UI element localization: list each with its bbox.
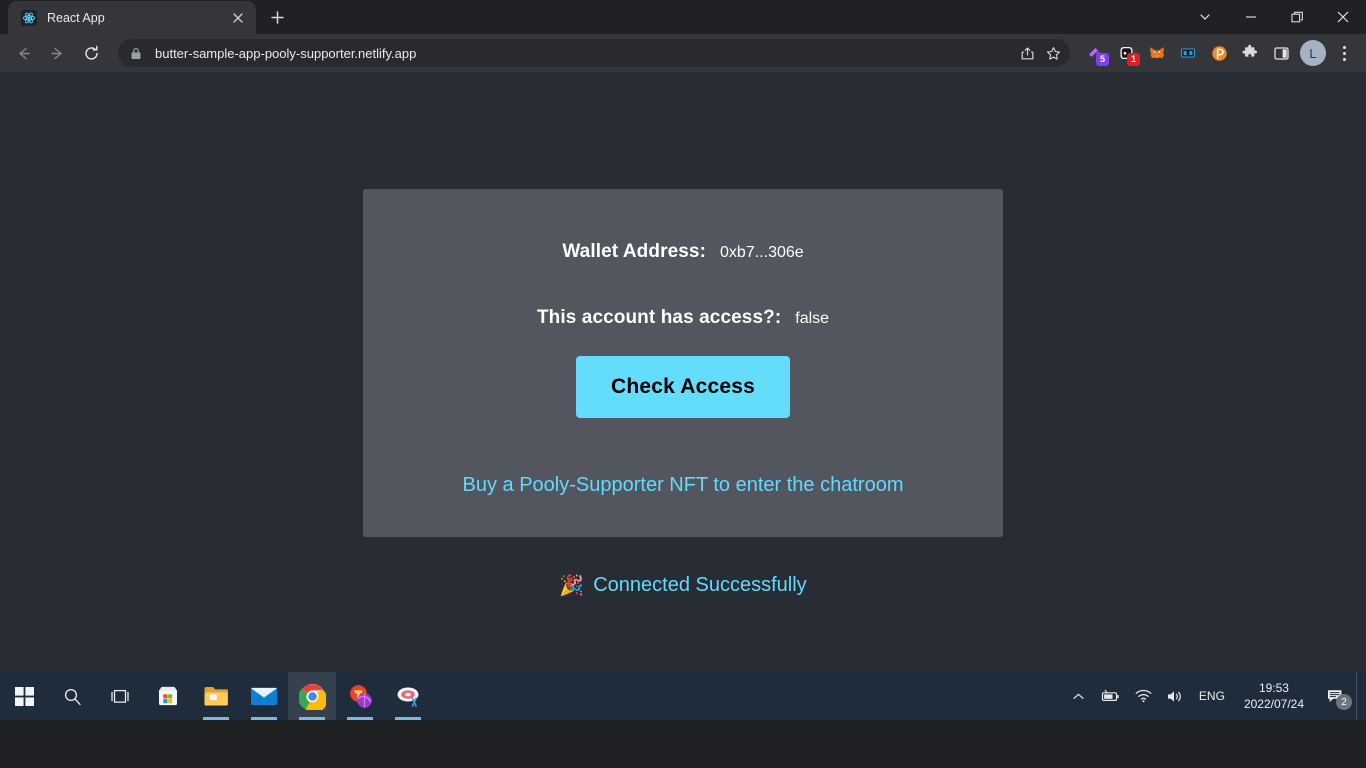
minimize-button[interactable]: [1228, 0, 1274, 34]
search-icon[interactable]: [48, 672, 96, 720]
clock-date: 2022/07/24: [1243, 697, 1304, 711]
profile-avatar[interactable]: L: [1300, 40, 1326, 66]
share-icon[interactable]: [1014, 40, 1040, 66]
clock[interactable]: 19:53 2022/07/24: [1234, 672, 1314, 720]
file-explorer-icon[interactable]: [192, 672, 240, 720]
connection-status: 🎉 Connected Successfully: [559, 574, 806, 597]
account-access-value: false: [795, 310, 830, 327]
party-popper-icon: 🎉: [559, 574, 585, 597]
wallet-address-row: Wallet Address: 0xb7...306e: [562, 241, 803, 263]
system-tray: ENG 19:53 2022/07/24 2: [1065, 672, 1366, 720]
lock-icon: [130, 47, 144, 60]
extension-badge: 1: [1127, 53, 1140, 66]
tab-react-app[interactable]: React App: [8, 1, 256, 34]
account-access-row: This account has access?: false: [537, 307, 829, 329]
volume-icon[interactable]: [1159, 672, 1190, 720]
extensions-tray: 5 1: [1076, 38, 1296, 68]
bookmark-star-icon[interactable]: [1040, 40, 1066, 66]
address-bar[interactable]: butter-sample-app-pooly-supporter.netlif…: [118, 39, 1070, 67]
microsoft-store-icon[interactable]: [144, 672, 192, 720]
battery-icon[interactable]: [1092, 672, 1128, 720]
wallet-address-value: 0xb7...306e: [720, 244, 804, 261]
page-viewport: Wallet Address: 0xb7...306e This account…: [0, 72, 1366, 720]
forward-button[interactable]: [42, 38, 72, 68]
new-tab-button[interactable]: [263, 3, 291, 31]
task-view-icon[interactable]: [96, 672, 144, 720]
notification-center-button[interactable]: 2: [1314, 672, 1356, 720]
side-panel-icon[interactable]: [1266, 38, 1296, 68]
chrome-menu-button[interactable]: [1330, 38, 1358, 68]
pocket-extension[interactable]: [1204, 38, 1234, 68]
tab-close-icon[interactable]: [228, 8, 248, 28]
clock-time: 19:53: [1258, 681, 1289, 695]
react-logo-icon: [20, 9, 37, 26]
google-chrome-icon[interactable]: [288, 672, 336, 720]
browser-toolbar: butter-sample-app-pooly-supporter.netlif…: [0, 34, 1366, 72]
reload-button[interactable]: [76, 38, 106, 68]
notes-extension[interactable]: 1: [1111, 38, 1141, 68]
purple-diamond-extension[interactable]: 5: [1080, 38, 1110, 68]
paint-app-icon[interactable]: [384, 672, 432, 720]
chevron-up-icon[interactable]: [1065, 672, 1092, 720]
tab-strip: React App: [0, 0, 1366, 34]
media-app-icon[interactable]: [336, 672, 384, 720]
access-card: Wallet Address: 0xb7...306e This account…: [363, 189, 1003, 537]
puzzle-icon[interactable]: [1235, 38, 1265, 68]
address-bar-url: butter-sample-app-pooly-supporter.netlif…: [155, 45, 417, 61]
tab-search-button[interactable]: [1182, 0, 1228, 34]
check-access-button[interactable]: Check Access: [576, 356, 790, 418]
mail-icon[interactable]: [240, 672, 288, 720]
account-access-label: This account has access?:: [536, 307, 782, 328]
close-window-button[interactable]: [1320, 0, 1366, 34]
metamask-extension[interactable]: [1142, 38, 1172, 68]
extension-badge: 5: [1096, 53, 1109, 66]
window-controls: [1182, 0, 1366, 34]
connection-status-label: Connected Successfully: [593, 574, 807, 596]
maximize-button[interactable]: [1274, 0, 1320, 34]
buy-nft-link[interactable]: Buy a Pooly-Supporter NFT to enter the c…: [463, 474, 904, 497]
wifi-icon[interactable]: [1128, 672, 1159, 720]
taskbar-items: [0, 672, 432, 720]
blue-grid-extension[interactable]: [1173, 38, 1203, 68]
windows-taskbar: ENG 19:53 2022/07/24 2: [0, 672, 1366, 720]
show-desktop-button[interactable]: [1356, 672, 1362, 720]
language-indicator[interactable]: ENG: [1190, 689, 1234, 703]
wallet-address-label: Wallet Address:: [562, 241, 707, 262]
start-button[interactable]: [0, 672, 48, 720]
browser-window: React App butter-sample-app-pooly-suppor…: [0, 0, 1366, 720]
back-button[interactable]: [8, 38, 38, 68]
tab-title: React App: [47, 10, 105, 25]
notification-badge: 2: [1336, 694, 1352, 710]
